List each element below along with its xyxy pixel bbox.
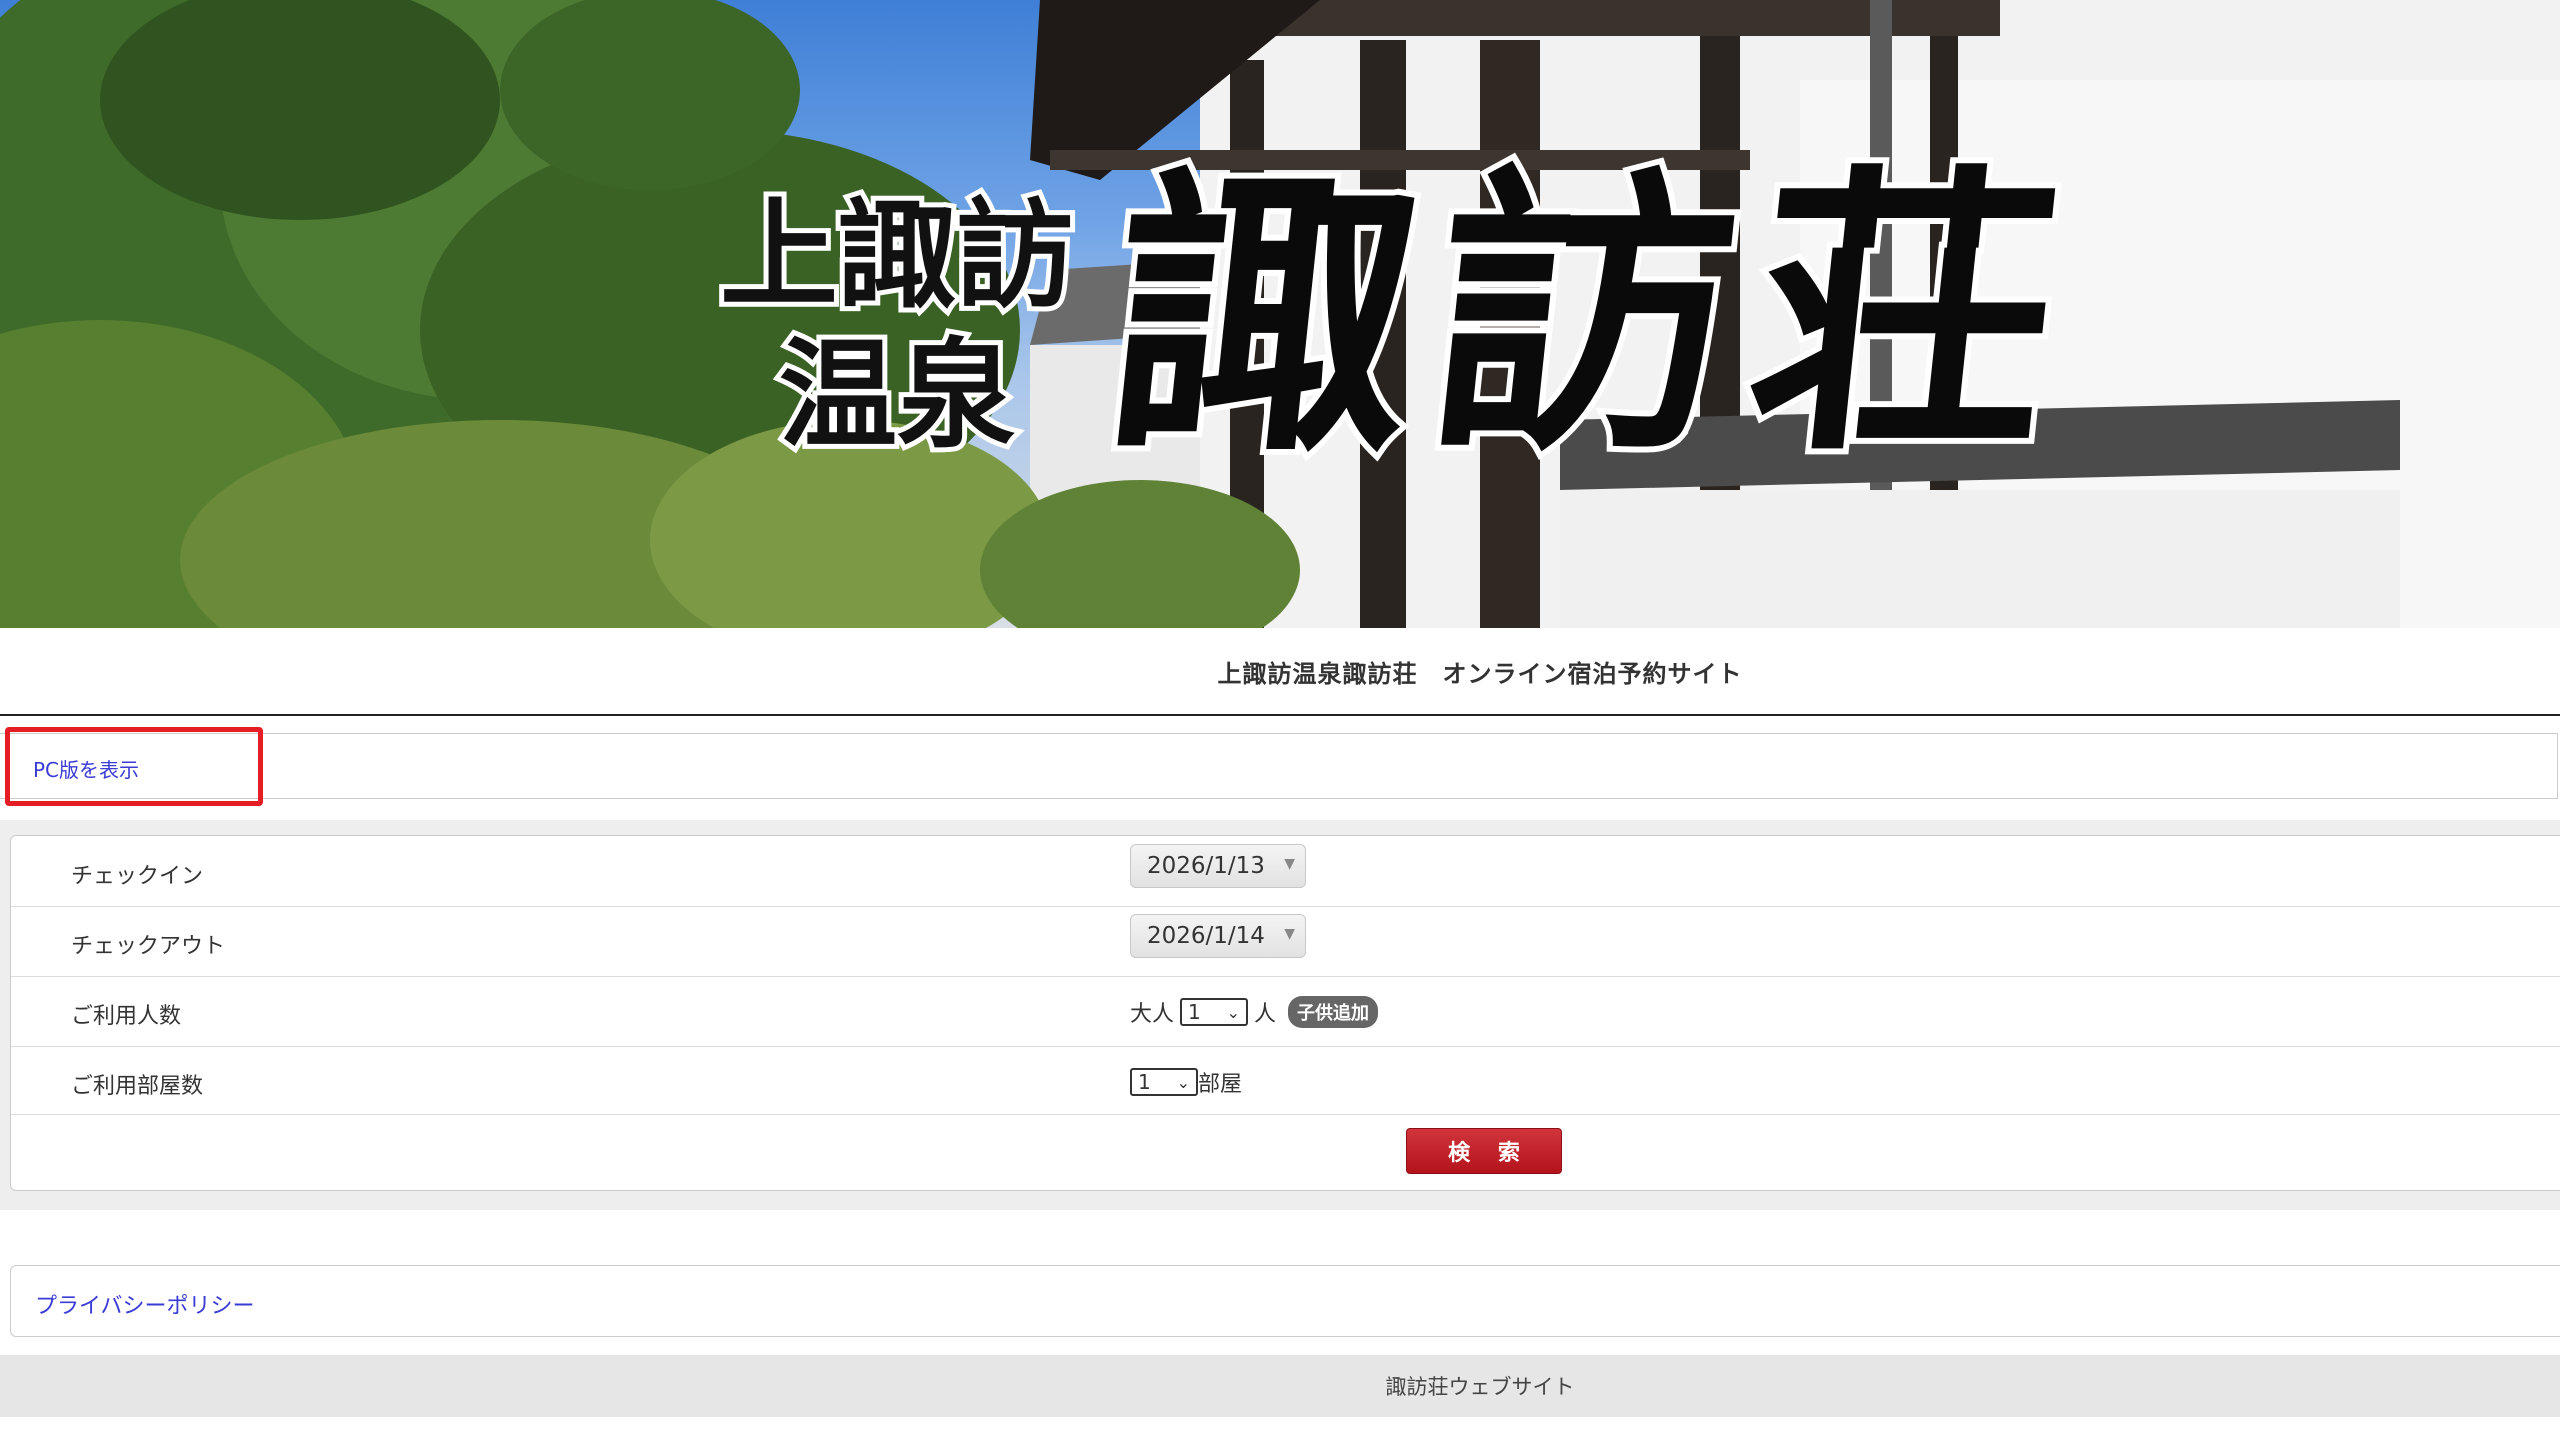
highlight-box [5, 727, 263, 806]
rooms-select-value: 1 [1138, 1070, 1151, 1094]
adults-select-value: 1 [1188, 1000, 1201, 1024]
rooms-unit: 部屋 [1198, 1072, 1243, 1097]
guests-label: ご利用人数 [71, 1004, 182, 1029]
site-title-bar: 上諏訪温泉諏訪荘 オンライン宿泊予約サイト [0, 628, 2560, 716]
guests-row: ご利用人数 大人 1 ⌄ 人 子供追加 [11, 976, 2560, 1047]
adults-select[interactable]: 1 ⌄ [1180, 998, 1249, 1026]
guests-controls: 大人 1 ⌄ 人 子供追加 [1130, 996, 1379, 1028]
hero-subtitle-line1: 上諏訪 [715, 180, 1079, 329]
privacy-policy-link[interactable]: プライバシーポリシー [35, 1288, 255, 1320]
search-form: チェックイン 2026/1/13 ▼ チェックアウト 2026/1/14 ▼ ご… [10, 835, 2560, 1191]
hero-title: 上諏訪 温泉 諏訪荘 [715, 132, 2099, 497]
persons-unit: 人 [1254, 1002, 1277, 1027]
search-button[interactable]: 検 索 [1406, 1128, 1562, 1174]
rooms-label: ご利用部屋数 [71, 1074, 204, 1099]
checkout-label: チェックアウト [71, 934, 226, 959]
hero-main-title: 諏訪荘 [1090, 132, 2099, 497]
add-child-button[interactable]: 子供追加 [1288, 996, 1379, 1028]
footer-website-link[interactable]: 諏訪荘ウェブサイト [1386, 1371, 1575, 1401]
privacy-row: プライバシーポリシー [10, 1265, 2560, 1337]
checkout-date-select[interactable]: 2026/1/14 ▼ [1130, 914, 1306, 958]
rooms-controls: 1 ⌄ 部屋 [1130, 1066, 1242, 1098]
chevron-down-icon: ▼ [1284, 926, 1295, 942]
footer: 諏訪荘ウェブサイト [0, 1355, 2560, 1417]
hero-subtitle: 上諏訪 温泉 [715, 180, 1079, 469]
checkin-date-value: 2026/1/13 [1147, 853, 1265, 879]
chevron-down-icon: ▼ [1284, 856, 1295, 872]
hero-subtitle-line2: 温泉 [774, 320, 1020, 469]
checkout-row: チェックアウト 2026/1/14 ▼ [11, 906, 2560, 977]
hero-banner: 上諏訪 温泉 諏訪荘 [0, 0, 2560, 628]
adults-label: 大人 [1130, 1002, 1175, 1027]
chevron-down-icon: ⌄ [1226, 1002, 1241, 1022]
rooms-select[interactable]: 1 ⌄ [1130, 1068, 1198, 1096]
checkin-row: チェックイン 2026/1/13 ▼ [11, 836, 2560, 907]
checkout-date-value: 2026/1/14 [1147, 923, 1265, 949]
rooms-row: ご利用部屋数 1 ⌄ 部屋 [11, 1046, 2560, 1115]
pc-version-row: PC版を表示 [0, 733, 2558, 799]
site-title: 上諏訪温泉諏訪荘 オンライン宿泊予約サイト [1217, 659, 1743, 688]
chevron-down-icon: ⌄ [1176, 1072, 1190, 1092]
checkin-date-select[interactable]: 2026/1/13 ▼ [1130, 844, 1306, 888]
checkin-label: チェックイン [71, 864, 204, 889]
